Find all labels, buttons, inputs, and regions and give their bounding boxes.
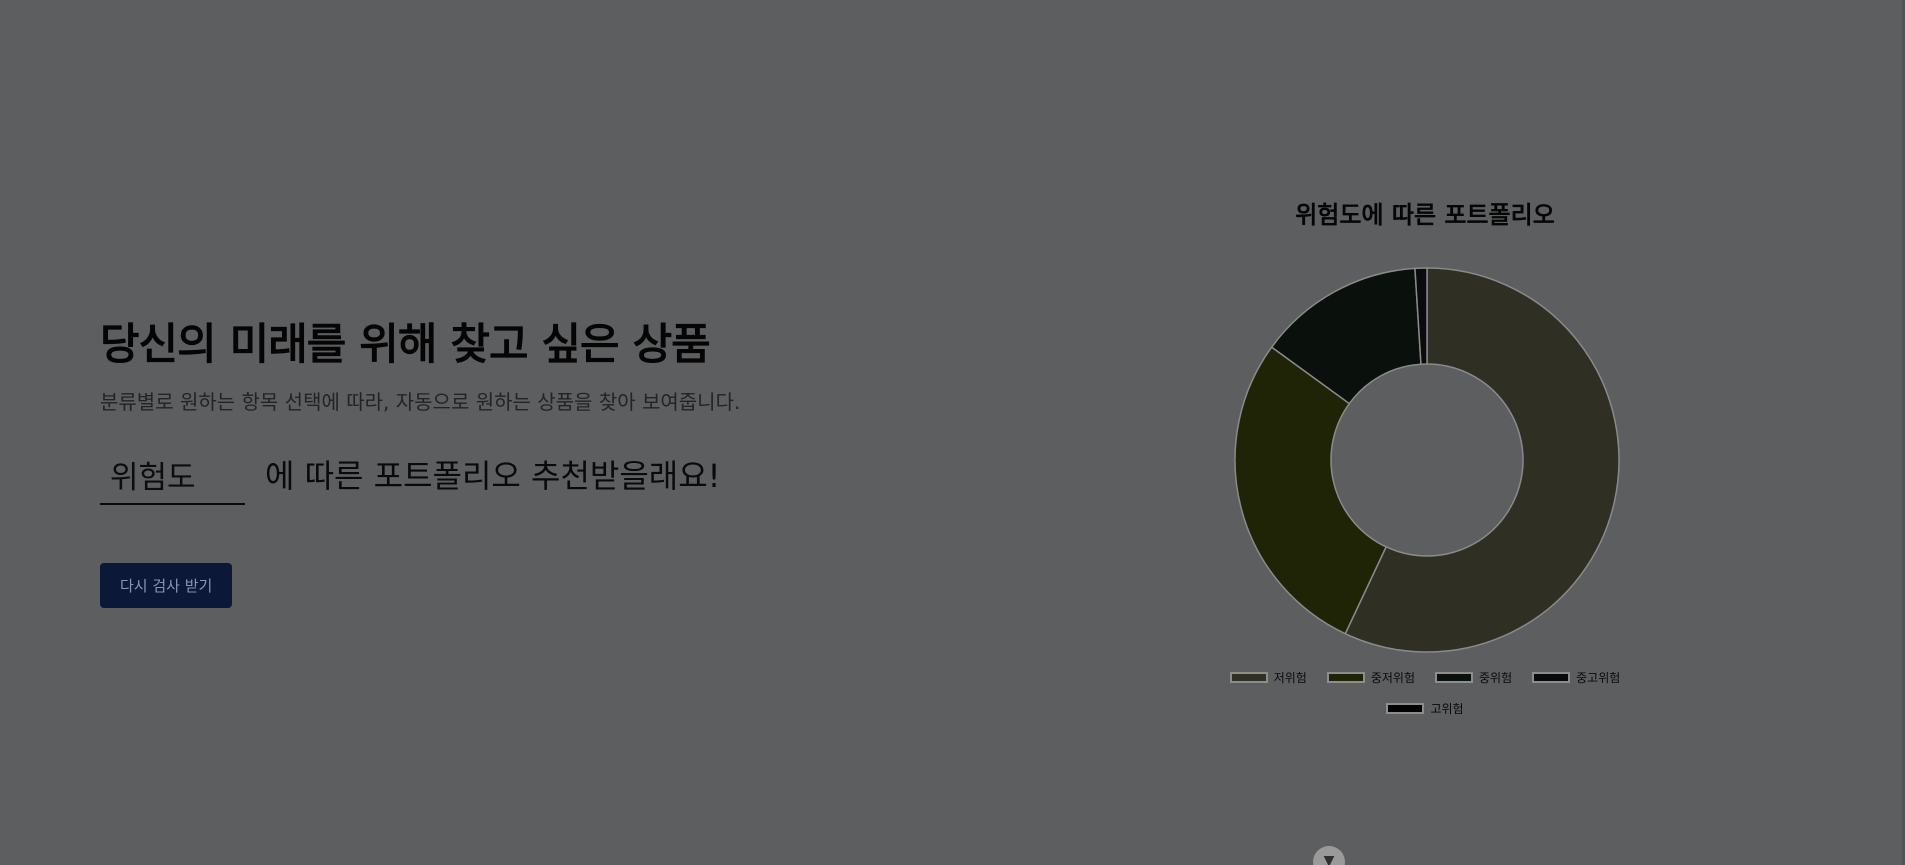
legend-label: 중위험 (1479, 671, 1513, 685)
scroll-down-button[interactable]: ▼ (1313, 846, 1345, 865)
legend-item[interactable]: 중저위험 (1326, 669, 1415, 686)
legend-item[interactable]: 중고위험 (1532, 669, 1620, 686)
pie-slice-중저위험[interactable] (1234, 346, 1388, 635)
page-subtitle: 분류별로 원하는 항목 선택에 따라, 자동으로 원하는 상품을 찾아 보여줍니… (100, 389, 741, 414)
legend-swatch (1386, 703, 1425, 714)
legend-swatch (1532, 672, 1571, 683)
legend-label: 중저위험 (1370, 671, 1415, 685)
portfolio-chart: 위험도에 따른 포트폴리오 저위험 중저위험 중위험 중고위험 고위험 (1215, 195, 1635, 735)
category-select[interactable]: 위험도 (100, 452, 245, 505)
legend-item[interactable]: 저위험 (1229, 669, 1307, 686)
legend-label: 중고위험 (1576, 671, 1621, 685)
legend-item[interactable]: 고위험 (1386, 700, 1464, 717)
legend-swatch (1229, 672, 1268, 683)
donut-chart (1234, 267, 1620, 653)
category-picker-row: 위험도 에 따른 포트폴리오 추천받을래요! (100, 451, 820, 505)
legend-swatch (1435, 672, 1473, 683)
legend-label: 고위험 (1430, 702, 1464, 716)
page-title: 당신의 미래를 위해 찾고 싶은 상품 (100, 320, 711, 370)
category-picker-suffix: 에 따른 포트폴리오 추천받을래요! (265, 456, 721, 495)
page: 당신의 미래를 위해 찾고 싶은 상품 분류별로 원하는 항목 선택에 따라, … (0, 0, 1905, 865)
chevron-down-icon: ▼ (1323, 853, 1335, 865)
chart-legend: 저위험 중저위험 중위험 중고위험고위험 (1215, 669, 1635, 717)
retake-test-button[interactable]: 다시 검사 받기 (100, 562, 233, 608)
legend-swatch (1326, 672, 1365, 683)
hero-section: 당신의 미래를 위해 찾고 싶은 상품 분류별로 원하는 항목 선택에 따라, … (100, 320, 820, 608)
legend-label: 저위험 (1273, 671, 1307, 685)
legend-item[interactable]: 중위험 (1435, 669, 1512, 686)
